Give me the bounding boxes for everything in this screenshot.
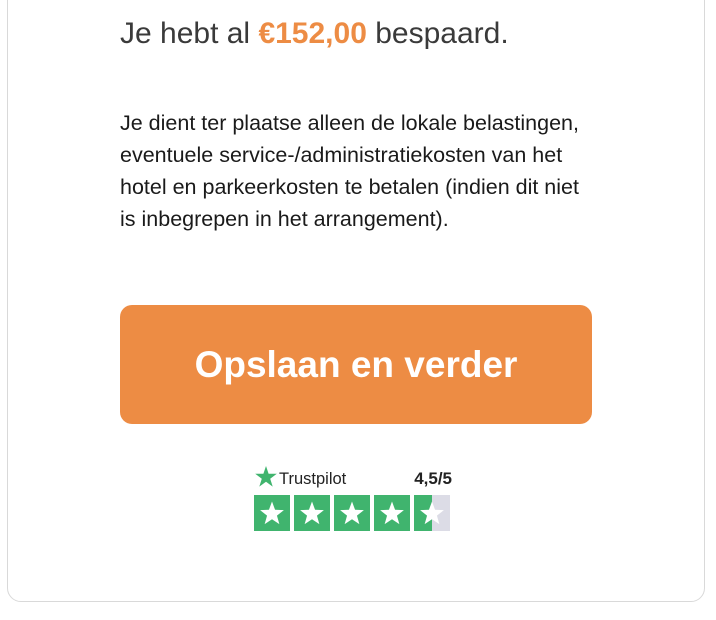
trustpilot-score: 4,5/5: [414, 469, 452, 488]
savings-amount: €152,00: [258, 17, 367, 50]
rating-star-2: [294, 495, 330, 531]
trustpilot-header: Trustpilot 4,5/5: [254, 465, 452, 491]
rating-star-4: [374, 495, 410, 531]
trustpilot-widget[interactable]: Trustpilot 4,5/5: [254, 465, 454, 533]
rating-star-5: [414, 495, 450, 531]
save-and-continue-button[interactable]: Opslaan en verder: [120, 305, 592, 424]
savings-message: Je hebt al €152,00 bespaard.: [120, 14, 509, 54]
savings-prefix: Je hebt al: [120, 17, 251, 50]
trustpilot-brand: Trustpilot: [279, 470, 347, 488]
trustpilot-rating-stars: [254, 495, 450, 531]
local-costs-notice: Je dient ter plaatse alleen de lokale be…: [120, 111, 579, 231]
rating-star-3: [334, 495, 370, 531]
trustpilot-star-icon: [255, 466, 277, 487]
rating-star-1: [254, 495, 290, 531]
savings-suffix: bespaard.: [375, 17, 509, 50]
